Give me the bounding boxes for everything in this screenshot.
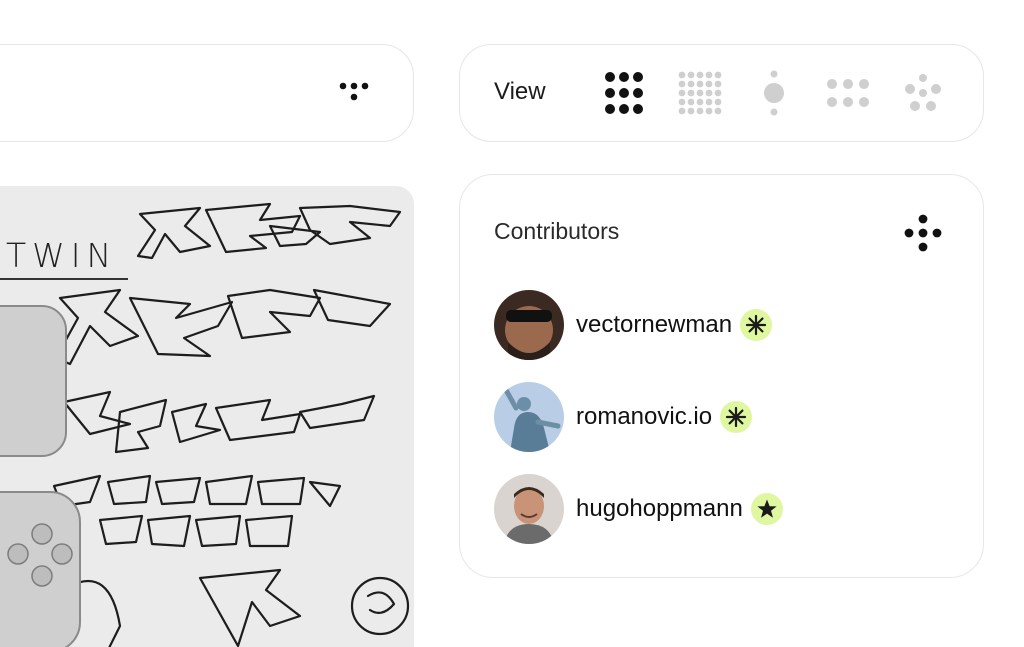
contributor-row[interactable]: vectornewman [494,289,773,361]
contributors-title: Contributors [494,218,620,244]
view-option-single-focus[interactable] [754,67,794,119]
view-toolbar: View [459,44,984,142]
asterisk-icon [725,406,747,428]
contributors-card: Contributors vectornewman romanovic.io h… [459,174,984,578]
grid-small-icon [678,71,722,115]
avatar [494,382,564,452]
view-option-grid-large[interactable] [598,67,650,119]
more-dots-icon [904,214,942,252]
avatar [494,474,564,544]
asterisk-icon [745,314,767,336]
contributor-name: hugohoppmann [576,495,743,522]
contributor-row[interactable]: hugohoppmann [494,473,783,545]
artwork-title: TWIN [6,236,118,275]
contributor-name: romanovic.io [576,403,713,430]
contributor-badge [720,401,753,433]
contributor-name: vectornewman [576,311,733,338]
avatar [494,290,564,360]
contributor-badge [740,309,773,341]
contributors-more-button[interactable] [901,213,945,257]
star-icon [757,499,777,518]
more-dots-icon [339,82,369,101]
more-options-button[interactable] [337,79,375,107]
view-option-cluster[interactable] [900,67,946,119]
grid-large-icon [605,72,643,114]
artwork-image[interactable]: TWIN [0,186,414,647]
cluster-icon [905,74,941,111]
view-label: View [494,78,546,105]
artwork-title-underline [0,278,128,280]
single-focus-icon [764,70,784,116]
contributor-badge [750,493,783,525]
left-toolbar [0,44,414,142]
grid-medium-icon [827,79,869,107]
view-option-grid-medium[interactable] [824,67,872,119]
view-option-grid-small[interactable] [674,67,726,119]
contributor-row[interactable]: romanovic.io [494,381,753,453]
